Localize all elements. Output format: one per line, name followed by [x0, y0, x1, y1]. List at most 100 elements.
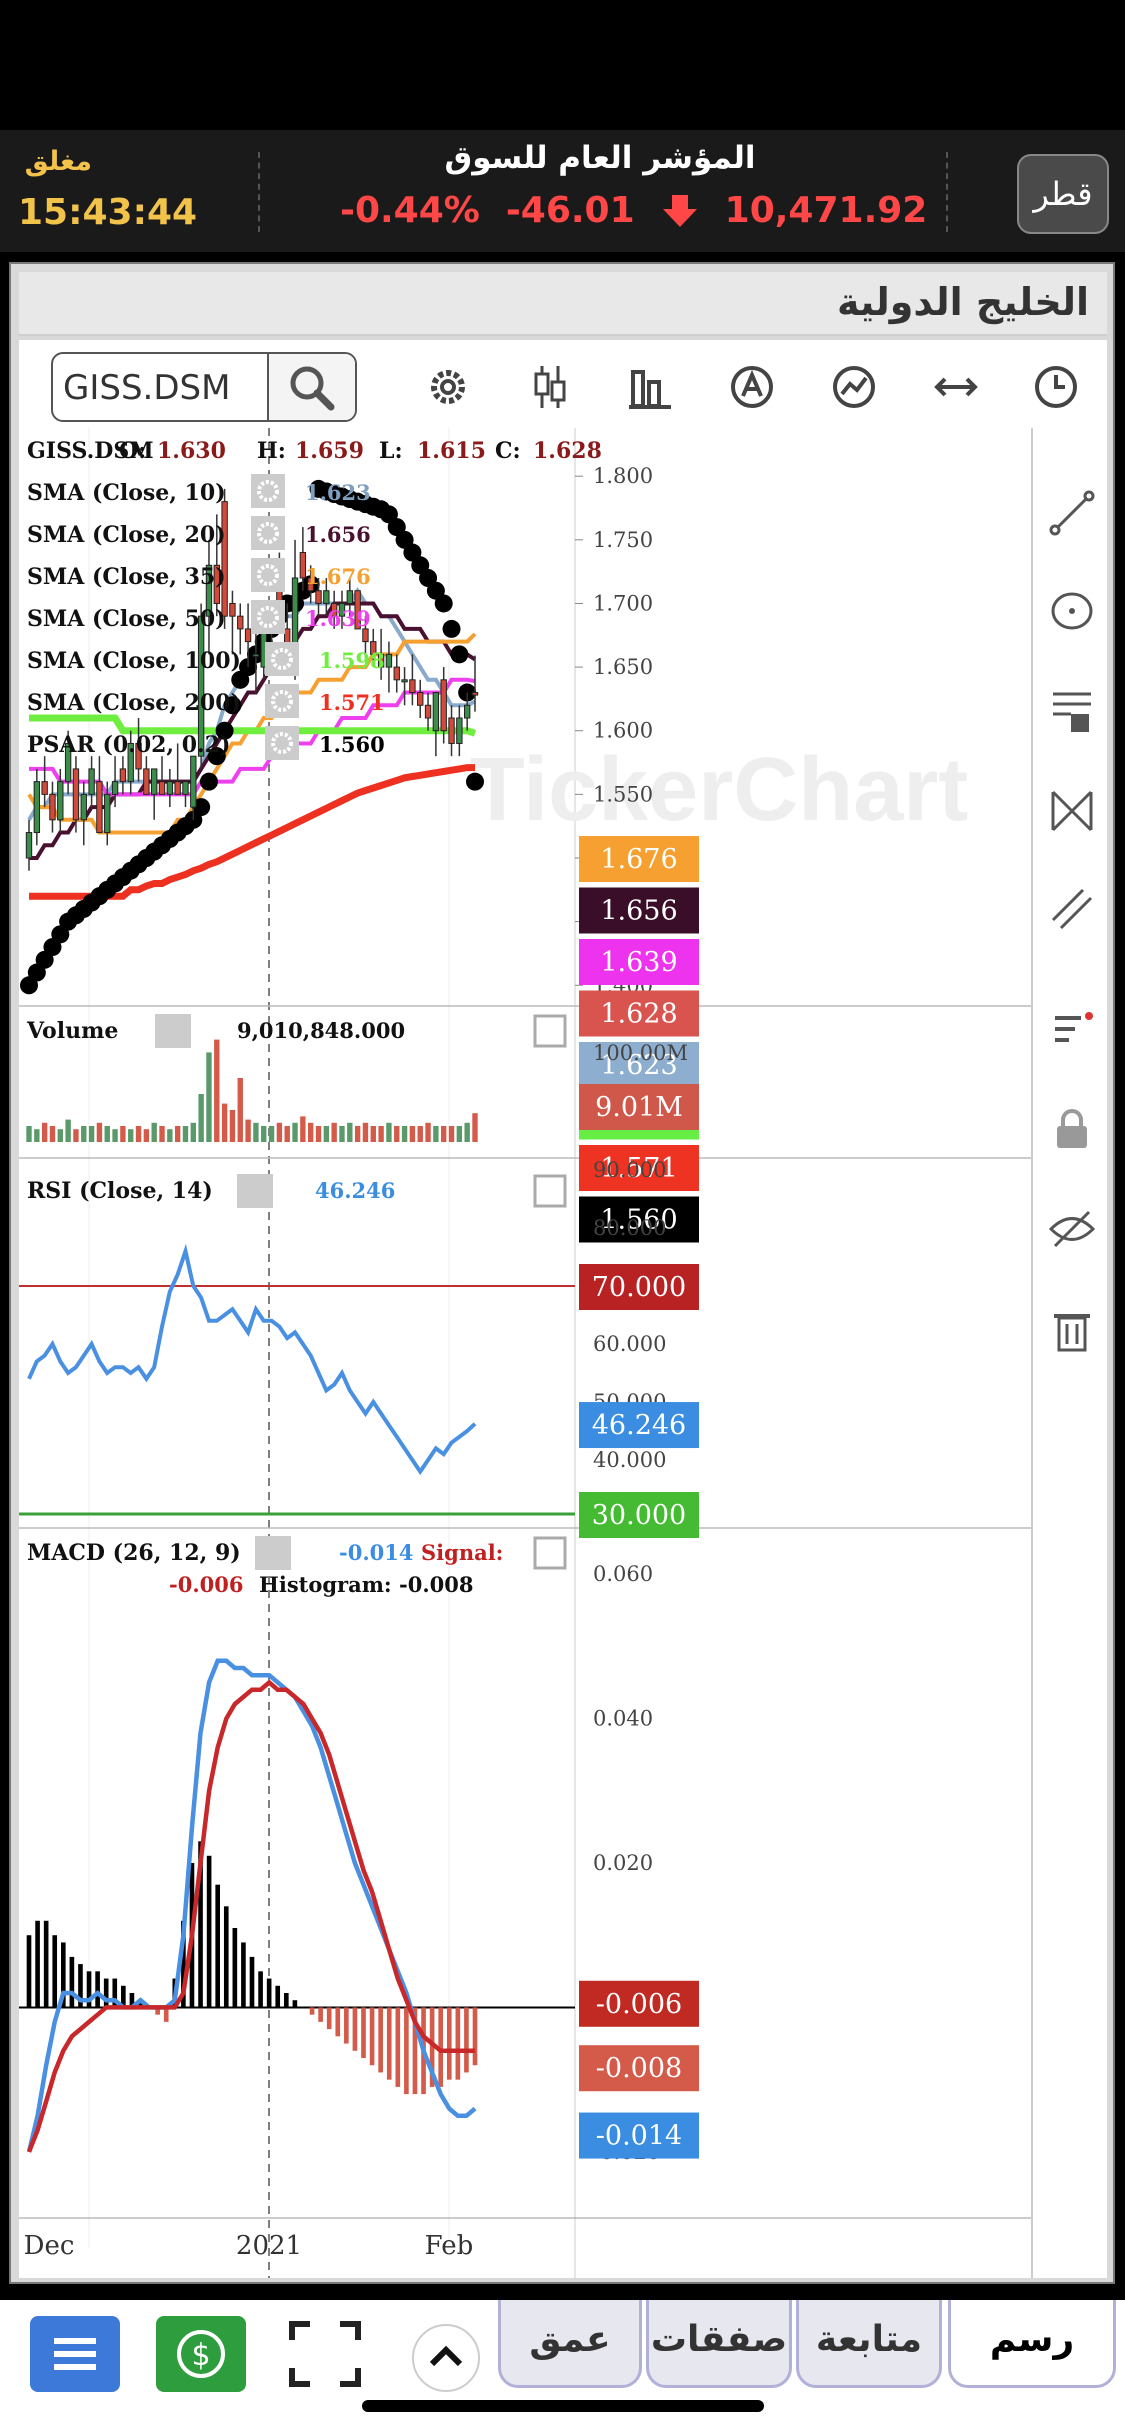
candle-body [96, 781, 103, 834]
psar-dot [434, 594, 453, 613]
macd-histogram-bar [472, 2007, 478, 2066]
macd-histogram-bar [326, 2007, 332, 2030]
macd-histogram-bar [395, 2007, 401, 2087]
ohlc-label: L: [379, 438, 403, 464]
search-button[interactable] [267, 354, 355, 420]
indicator-settings-icon[interactable] [1047, 1004, 1097, 1054]
candle-body [417, 692, 424, 706]
ohlc-label: H: [257, 438, 286, 464]
tab-watch[interactable]: متابعة [796, 2300, 942, 2388]
fullscreen-button[interactable] [280, 2316, 370, 2392]
candle [119, 756, 127, 795]
lock-icon[interactable] [1047, 1104, 1097, 1154]
chart-canvas[interactable]: TickerChart 1.800 1.750 1.700 1.650 1.600 1.5… [19, 428, 1031, 2278]
volume-bar [206, 1052, 212, 1142]
line-chart-icon[interactable] [829, 362, 879, 412]
volume-bar [245, 1119, 251, 1142]
hide-eye-icon[interactable] [1047, 1204, 1097, 1254]
macd-histogram-bar [464, 2007, 469, 2073]
volume-bar [65, 1119, 71, 1142]
macd-label: MACD (26, 12, 9) [27, 1540, 241, 1566]
symbol-search[interactable]: GISS.DSM [51, 352, 357, 422]
candle [33, 768, 41, 846]
menu-icon [54, 2338, 96, 2370]
macd-histogram-bar [266, 1978, 272, 2008]
chart-area[interactable]: TickerChart 1.800 1.750 1.700 1.650 1.600 1.5… [19, 428, 1031, 2278]
trash-icon[interactable] [1047, 1304, 1097, 1354]
macd-histogram-bar [335, 2007, 341, 2037]
trade-button[interactable]: $ [156, 2316, 246, 2392]
volume-bar [41, 1122, 48, 1142]
ellipse-icon[interactable] [1047, 586, 1097, 636]
candle-body [72, 768, 80, 821]
price-tag-value: 1.639 [600, 947, 677, 978]
candle [25, 819, 33, 871]
candle-body [252, 653, 260, 657]
drawing-tools-sidebar [1031, 428, 1107, 2278]
candle-body [393, 666, 400, 681]
x-tick-label: Dec [24, 2231, 75, 2261]
candle [88, 756, 95, 808]
volume-bar [292, 1122, 298, 1142]
ohlc-label: C: [495, 438, 521, 464]
candle [143, 756, 150, 795]
price-tag: 1.676 [579, 836, 699, 882]
volume-bar [151, 1122, 157, 1142]
candle-body [33, 781, 41, 834]
macd-histogram-bar [249, 1956, 255, 2008]
bar-chart-icon[interactable] [625, 362, 675, 412]
volume-bar [323, 1126, 330, 1142]
indicator-settings-icon [251, 474, 285, 508]
volume-bar [174, 1126, 181, 1142]
tab-depth[interactable]: عمق [498, 2300, 642, 2388]
compare-arrows-icon[interactable] [931, 362, 981, 412]
country-button[interactable]: قطر [1017, 154, 1109, 234]
pattern-icon[interactable] [1047, 786, 1097, 836]
macd-histogram-bar [292, 2000, 298, 2008]
macd-signal-label: Signal: [421, 1540, 503, 1565]
volume-bar [88, 1126, 95, 1142]
candle [456, 705, 463, 757]
annotation-a-icon[interactable] [727, 362, 777, 412]
fibonacci-icon[interactable] [1047, 686, 1097, 736]
settings-gear-icon[interactable] [423, 362, 473, 412]
channel-icon[interactable] [1047, 884, 1097, 934]
rsi-label: RSI (Close, 14) [27, 1178, 213, 1204]
indicator-settings-icon [251, 516, 285, 550]
macd-histogram-bar [352, 2007, 358, 2051]
market-ticker: مغلق 15:43:44 المؤشر العام للسوق -0.44% … [0, 130, 1125, 252]
volume-bar [394, 1126, 400, 1142]
candle [385, 641, 393, 693]
ohlc-value: 1.615 [417, 438, 486, 464]
indicator-label: SMA (Close, 200) [27, 690, 241, 716]
volume-panel [26, 1039, 478, 1142]
indicator-value: 1.639 [305, 606, 371, 631]
tab-trades[interactable]: صفقات [646, 2300, 792, 2388]
candle-body [456, 717, 463, 744]
clock-icon[interactable] [1031, 362, 1081, 412]
maximize-panel-icon [533, 1536, 567, 1570]
macd-tag: -0.014 [596, 2121, 682, 2152]
volume-bar [253, 1122, 259, 1142]
indicator-label: SMA (Close, 20) [27, 522, 226, 548]
collapse-up-icon[interactable] [410, 2322, 482, 2394]
indicator-label: SMA (Close, 35) [27, 564, 226, 590]
tab-chart[interactable]: رسم [948, 2300, 1116, 2388]
symbol-input[interactable]: GISS.DSM [63, 368, 230, 408]
trendline-icon[interactable] [1047, 488, 1097, 538]
candle-body [41, 781, 48, 795]
volume-bar [120, 1126, 126, 1142]
volume-bar [354, 1126, 361, 1142]
macd-histogram-bar [215, 1884, 221, 2008]
macd-histogram-bar [258, 1971, 263, 2008]
volume-bar [128, 1129, 134, 1142]
macd-histogram-bar [344, 2007, 349, 2044]
candle [237, 603, 244, 655]
volume-bar [104, 1126, 110, 1142]
menu-button[interactable] [30, 2316, 120, 2392]
price-tag: 1.628 [579, 990, 699, 1037]
candlestick-icon[interactable] [525, 362, 575, 412]
volume-bar [456, 1126, 463, 1142]
status-bar [0, 0, 1125, 130]
watermark: TickerChart [470, 740, 969, 840]
